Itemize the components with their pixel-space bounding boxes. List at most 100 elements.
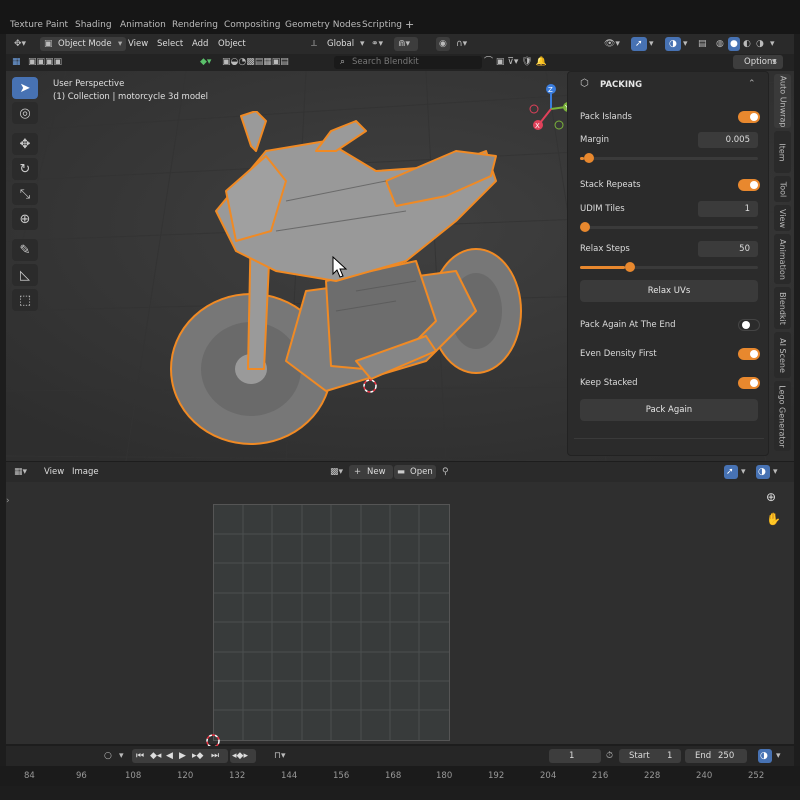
tab-blendkit[interactable]: Blendkit [774, 287, 791, 329]
cursor-tool-icon[interactable]: ◎ [12, 102, 38, 124]
relax-uvs-button[interactable]: Relax UVs [580, 280, 758, 302]
panel-divider [574, 438, 764, 439]
menu-add[interactable]: Add [192, 37, 208, 51]
udim-tiles-field[interactable]: 1 [698, 201, 758, 217]
select-tool-icon[interactable]: ➤ [12, 77, 38, 99]
record-icon[interactable]: ○ [104, 749, 112, 763]
tab-scripting[interactable]: Scripting [362, 20, 402, 30]
select-box-icon[interactable]: ▦ [12, 55, 21, 69]
uv-editor-type-icon[interactable]: ▦▾ [14, 465, 27, 479]
chevron-down-icon[interactable]: ▾ [776, 749, 781, 763]
tab-view[interactable]: View [774, 205, 791, 231]
stack-repeats-toggle[interactable] [738, 179, 760, 191]
tab-rendering[interactable]: Rendering [172, 20, 218, 30]
xray-icon[interactable]: ▤ [698, 37, 707, 51]
blendkit-toolbar-icons[interactable]: ⌒ ▣ ⊽▾ 🛡 🔔 [484, 55, 547, 69]
frame-number: 192 [488, 771, 505, 781]
uv-overlay-icon: ◑ [758, 467, 766, 477]
expand-toolbar-icon[interactable]: › [6, 496, 10, 506]
tab-tool[interactable]: Tool [774, 176, 791, 202]
relax-steps-field[interactable]: 50 [698, 241, 758, 257]
orientation-dropdown[interactable]: Global [327, 37, 354, 51]
margin-slider-knob[interactable] [583, 153, 594, 163]
select-mode-icons[interactable]: ▣▣▣▣ [28, 55, 62, 69]
tab-animation[interactable]: Animation [120, 20, 166, 30]
pack-islands-label: Pack Islands [580, 112, 632, 122]
editor-type-icon[interactable]: ✥▾ [14, 37, 26, 51]
uv-menu-view[interactable]: View [44, 465, 64, 479]
add-cube-tool-icon[interactable]: ⬚ [12, 289, 38, 311]
measure-tool-icon[interactable]: ◺ [12, 264, 38, 286]
frame-number: 252 [748, 771, 765, 781]
frame-number: 108 [125, 771, 142, 781]
wireframe-shading-icon[interactable]: ◍ [716, 37, 724, 51]
chevron-down-icon[interactable]: ▾ [649, 37, 654, 51]
pivot-icon[interactable]: ⚭▾ [371, 37, 383, 51]
tab-geometry-nodes[interactable]: Geometry Nodes [285, 20, 361, 30]
udim-tiles-slider[interactable] [580, 222, 758, 232]
pack-islands-toggle[interactable] [738, 111, 760, 123]
chevron-down-icon[interactable]: ▾ [741, 465, 746, 479]
pack-again-button[interactable]: Pack Again [580, 399, 758, 421]
prev-keyframe-icon[interactable]: ◆◂ [150, 749, 161, 763]
blendkit-logo-icon[interactable]: ◆▾ [200, 55, 211, 69]
chevron-down-icon[interactable]: ▾ [683, 37, 688, 51]
margin-slider[interactable] [580, 153, 758, 163]
margin-field[interactable]: 0.005 [698, 132, 758, 148]
overlay-icon: ◑ [669, 39, 677, 49]
jump-end-icon[interactable]: ⏭ [211, 749, 219, 763]
play-reverse-icon[interactable]: ◀ [166, 749, 173, 763]
tab-texture-paint[interactable]: Texture Paint [10, 20, 68, 30]
tab-auto-unwrap[interactable]: Auto Unwrap [774, 74, 791, 128]
chevron-down-icon[interactable]: ▾ [773, 465, 778, 479]
pin-icon[interactable]: ⚲ [442, 465, 449, 479]
visibility-icon[interactable]: 👁▾ [604, 37, 620, 51]
rotate-tool-icon[interactable]: ↻ [12, 158, 38, 180]
end-frame-label: End [695, 751, 712, 761]
tab-item[interactable]: Item [774, 131, 791, 173]
menu-view[interactable]: View [128, 37, 148, 51]
keep-stacked-toggle[interactable] [738, 377, 760, 389]
image-browse-icon[interactable]: ▩▾ [330, 465, 343, 479]
tab-shading[interactable]: Shading [75, 20, 112, 30]
tab-animation-side[interactable]: Animation [774, 234, 791, 284]
stack-repeats-row: Stack Repeats [580, 178, 760, 192]
tab-compositing[interactable]: Compositing [224, 20, 280, 30]
menu-object[interactable]: Object [218, 37, 246, 51]
collapse-icon[interactable]: ⌃ [748, 79, 756, 89]
even-density-toggle[interactable] [738, 348, 760, 360]
relax-steps-slider[interactable] [580, 262, 758, 272]
motorcycle-model[interactable] [156, 111, 526, 451]
uv-menu-image[interactable]: Image [72, 465, 99, 479]
scale-tool-icon[interactable]: ⤡ [12, 183, 38, 205]
tab-ai-scene[interactable]: AI Scene [774, 332, 791, 378]
play-icon[interactable]: ▶ [179, 749, 186, 763]
next-keyframe-icon[interactable]: ▸◆ [192, 749, 203, 763]
prev-jump-icon[interactable]: ◂◆▸ [232, 749, 248, 763]
stopwatch-icon[interactable]: ⏱ [606, 749, 613, 763]
pack-again-end-toggle[interactable] [738, 319, 760, 331]
annotate-tool-icon[interactable]: ✎ [12, 239, 38, 261]
pan-hand-icon[interactable]: ✋ [766, 512, 781, 526]
viewport-header: ✥▾ ▣ Object Mode ▾ View Select Add Objec… [6, 34, 794, 54]
chevron-down-icon[interactable]: ▾ [770, 37, 775, 51]
falloff-icon[interactable]: ∩▾ [456, 37, 467, 51]
keying-dropdown-icon[interactable]: ▾ [119, 749, 124, 763]
chevron-down-icon: ▾ [360, 39, 365, 49]
current-frame-field[interactable] [549, 749, 601, 763]
zoom-icon[interactable]: ⊕ [766, 490, 776, 504]
add-workspace-button[interactable]: + [405, 18, 414, 31]
jump-start-icon[interactable]: ⏮ [136, 749, 144, 763]
relax-slider-knob[interactable] [624, 262, 635, 272]
frame-ruler[interactable]: 84 96 108 120 132 144 156 168 180 192 20… [0, 766, 800, 786]
tab-lego-generator[interactable]: Lego Generator [774, 381, 791, 451]
material-shading-icon[interactable]: ◐ [743, 37, 751, 51]
menu-select[interactable]: Select [157, 37, 183, 51]
uv-editor-viewport[interactable]: › ⊕ ✋ [6, 482, 794, 748]
rendered-shading-icon[interactable]: ◑ [756, 37, 764, 51]
playback-options-icon[interactable]: ⊓▾ [274, 749, 286, 763]
asset-type-icons[interactable]: ▣◒◔▩▤▦▣▤ [222, 55, 289, 69]
move-tool-icon[interactable]: ✥ [12, 133, 38, 155]
transform-tool-icon[interactable]: ⊕ [12, 208, 38, 230]
udim-slider-knob[interactable] [580, 222, 590, 232]
